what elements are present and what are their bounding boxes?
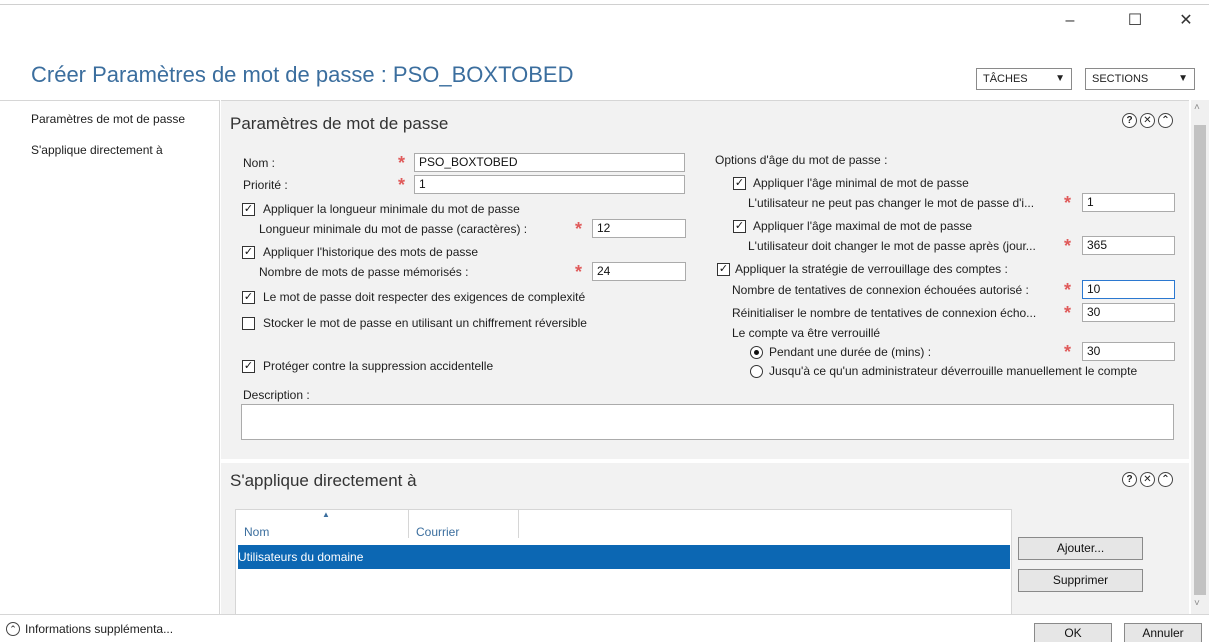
footer: ⌃ Informations supplémenta... OK Annuler (0, 614, 1209, 642)
more-info-toggle[interactable]: ⌃ Informations supplémenta... (6, 622, 173, 636)
min-length-field[interactable]: 12 (592, 219, 686, 238)
reversible-encryption-checkbox[interactable] (242, 317, 255, 330)
duration-field[interactable]: 30 (1082, 342, 1175, 361)
page-title: Créer Paramètres de mot de passe : PSO_B… (31, 62, 574, 87)
age-options-label: Options d'âge du mot de passe : (715, 153, 888, 167)
min-length-checkbox[interactable]: ✓ (242, 203, 255, 216)
column-header-name[interactable]: Nom (244, 525, 269, 539)
remove-button[interactable]: Supprimer (1018, 569, 1143, 592)
required-asterisk-icon: * (1064, 303, 1072, 323)
collapse-icon[interactable]: ⌃ (1158, 472, 1173, 487)
required-asterisk-icon: * (1064, 280, 1072, 300)
close-window-button[interactable]: ✕ (1171, 10, 1201, 32)
protect-deletion-label: Protéger contre la suppression accidente… (263, 359, 494, 373)
sections-label: SECTIONS (1092, 73, 1149, 85)
name-field[interactable]: PSO_BOXTOBED (414, 153, 685, 172)
required-asterisk-icon: * (1064, 193, 1072, 213)
minimize-button[interactable]: – (1055, 10, 1085, 32)
table-row[interactable]: Utilisateurs du domaine (238, 545, 1010, 569)
add-button[interactable]: Ajouter... (1018, 537, 1143, 560)
name-label: Nom : (243, 156, 276, 170)
close-section-icon[interactable]: ✕ (1140, 472, 1155, 487)
reversible-encryption-label: Stocker le mot de passe en utilisant un … (263, 316, 587, 330)
section-controls: ? ✕ ⌃ (1122, 472, 1173, 487)
applies-to-grid: Nom ▲ Courrier Utilisateurs du domaine (235, 509, 1012, 615)
column-separator (518, 510, 519, 538)
min-age-label: L'utilisateur ne peut pas changer le mot… (748, 196, 1035, 210)
nav-item-password-settings[interactable]: Paramètres de mot de passe (31, 112, 185, 126)
max-age-field[interactable]: 365 (1082, 236, 1175, 255)
cancel-button[interactable]: Annuler (1124, 623, 1202, 642)
more-info-label: Informations supplémenta... (25, 622, 174, 636)
max-age-label: L'utilisateur doit changer le mot de pas… (748, 239, 1036, 253)
max-age-checkbox[interactable]: ✓ (733, 220, 746, 233)
priority-field[interactable]: 1 (414, 175, 685, 194)
history-field[interactable]: 24 (592, 262, 686, 281)
scroll-up-icon[interactable]: ˄ (1194, 102, 1200, 113)
tasks-dropdown[interactable]: TÂCHES ▼ (976, 68, 1072, 90)
required-asterisk-icon: * (575, 262, 583, 282)
complexity-label: Le mot de passe doit respecter des exige… (263, 290, 586, 304)
help-icon[interactable]: ? (1122, 472, 1137, 487)
sort-ascending-icon: ▲ (322, 510, 330, 519)
failed-attempts-label: Nombre de tentatives de connexion échoué… (732, 283, 1029, 297)
complexity-checkbox[interactable]: ✓ (242, 291, 255, 304)
min-age-field[interactable]: 1 (1082, 193, 1175, 212)
required-asterisk-icon: * (398, 175, 406, 195)
left-navigation: Paramètres de mot de passe S'applique di… (0, 100, 220, 614)
priority-label: Priorité : (243, 178, 288, 192)
sections-dropdown[interactable]: SECTIONS ▼ (1085, 68, 1195, 90)
history-label: Nombre de mots de passe mémorisés : (259, 265, 469, 279)
lockout-checkbox[interactable]: ✓ (717, 263, 730, 276)
reset-attempts-label: Réinitialiser le nombre de tentatives de… (732, 306, 1037, 320)
history-check-label: Appliquer l'historique des mots de passe (263, 245, 479, 259)
scrollbar-thumb[interactable] (1194, 125, 1206, 595)
reset-attempts-field[interactable]: 30 (1082, 303, 1175, 322)
column-separator (408, 510, 409, 538)
collapse-icon[interactable]: ⌃ (1158, 113, 1173, 128)
close-section-icon[interactable]: ✕ (1140, 113, 1155, 128)
row-name-cell: Utilisateurs du domaine (238, 550, 364, 564)
window-top-border (0, 4, 1209, 5)
admin-unlock-radio[interactable] (750, 365, 763, 378)
protect-deletion-checkbox[interactable]: ✓ (242, 360, 255, 373)
ok-button[interactable]: OK (1034, 623, 1112, 642)
chevron-down-icon: ▼ (1178, 73, 1188, 84)
min-age-checkbox[interactable]: ✓ (733, 177, 746, 190)
duration-label: Pendant une durée de (mins) : (769, 345, 932, 359)
required-asterisk-icon: * (398, 153, 406, 173)
required-asterisk-icon: * (575, 219, 583, 239)
admin-unlock-label: Jusqu'à ce qu'un administrateur déverrou… (769, 364, 1138, 378)
history-checkbox[interactable]: ✓ (242, 246, 255, 259)
column-header-mail[interactable]: Courrier (416, 525, 459, 539)
required-asterisk-icon: * (1064, 236, 1072, 256)
help-icon[interactable]: ? (1122, 113, 1137, 128)
duration-radio[interactable] (750, 346, 763, 359)
tasks-label: TÂCHES (983, 73, 1028, 85)
failed-attempts-field[interactable]: 10 (1082, 280, 1175, 299)
description-label: Description : (243, 388, 310, 402)
description-field[interactable] (241, 404, 1174, 440)
min-age-check-label: Appliquer l'âge minimal de mot de passe (753, 176, 969, 190)
scroll-down-icon[interactable]: ˅ (1194, 598, 1200, 609)
vertical-scrollbar[interactable]: ˄ ˅ (1191, 100, 1209, 614)
account-locked-label: Le compte va être verrouillé (732, 326, 881, 340)
section-title-applies: S'applique directement à (230, 471, 417, 490)
lockout-check-label: Appliquer la stratégie de verrouillage d… (735, 262, 1008, 276)
min-length-label: Longueur minimale du mot de passe (carac… (259, 222, 528, 236)
section-title-password: Paramètres de mot de passe (230, 114, 449, 133)
maximize-button[interactable]: ☐ (1120, 10, 1150, 32)
chevron-down-icon: ▼ (1055, 73, 1065, 84)
nav-item-applies-to[interactable]: S'applique directement à (31, 143, 163, 157)
required-asterisk-icon: * (1064, 342, 1072, 362)
section-controls: ? ✕ ⌃ (1122, 113, 1173, 128)
min-length-check-label: Appliquer la longueur minimale du mot de… (263, 202, 520, 216)
max-age-check-label: Appliquer l'âge maximal de mot de passe (753, 219, 973, 233)
expand-icon: ⌃ (6, 622, 20, 636)
main-content: Paramètres de mot de passe ? ✕ ⌃ Nom : *… (221, 100, 1189, 615)
password-settings-section: Paramètres de mot de passe ? ✕ ⌃ Nom : *… (221, 101, 1189, 459)
